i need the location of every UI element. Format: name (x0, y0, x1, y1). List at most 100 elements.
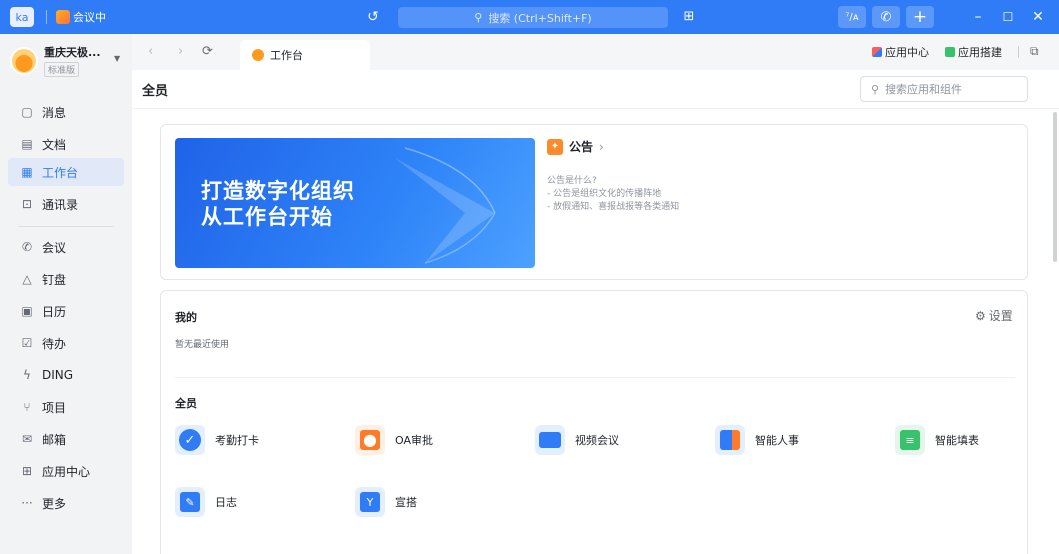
announcement-line: - 放假通知、喜报战报等各类通知 (547, 202, 680, 212)
app-center-icon (872, 47, 882, 57)
apps-card: 我的 ⚙ 设置 暂无最近使用 全员 ✓ 考勤打卡 ⬤ OA审批 视频会议 智能人… (160, 290, 1028, 554)
maximize-button[interactable]: ☐ (997, 7, 1019, 27)
stamp-icon: ⬤ (355, 425, 385, 455)
app-label: 日志 (215, 496, 237, 509)
main-content: ‹ › ⟳ 工作台 应用中心 应用搭建 ⧉ 全员 ⚲ 搜索应用和组件 打造数字化… (132, 34, 1059, 554)
app-label: 考勤打卡 (215, 434, 259, 447)
search-icon: ⚲ (474, 11, 483, 24)
settings-button[interactable]: ⚙ 设置 (975, 307, 1013, 324)
banner-line-2: 从工作台开始 (201, 205, 333, 229)
org-edition-badge: 标准版 (44, 62, 80, 77)
org-switcher[interactable]: 重庆天极... 标准版 (10, 44, 101, 77)
pop-out-icon[interactable]: ⧉ (1030, 44, 1039, 59)
project-icon: ⑂ (23, 400, 31, 414)
all-section-title: 全员 (175, 397, 197, 410)
settings-label: 设置 (988, 309, 1013, 323)
minimize-button[interactable]: – (967, 7, 989, 27)
sidebar-item-more[interactable]: ··· 更多 (8, 489, 124, 517)
app-label: 视频会议 (575, 434, 619, 447)
meeting-status[interactable]: 会议中 (56, 9, 106, 25)
more-icon: ··· (21, 496, 33, 510)
sidebar-item-ding[interactable]: ϟ DING (8, 361, 124, 389)
app-label: 宣搭 (395, 496, 417, 509)
announcement-card: 打造数字化组织 从工作台开始 ✦ 公告 › 公告是什么? - 公告是组织文化的传… (160, 124, 1028, 280)
chevron-right-icon: › (599, 139, 604, 154)
sidebar-item-mail[interactable]: ✉ 邮箱 (8, 425, 124, 453)
announcement-header[interactable]: ✦ 公告 › (547, 138, 604, 155)
app-oa-approval[interactable]: ⬤ OA审批 (355, 425, 433, 455)
history-icon[interactable]: ↺ (364, 8, 382, 26)
sidebar-item-calendar[interactable]: ▣ 日历 (8, 297, 124, 325)
sidebar-item-label: 项目 (42, 400, 67, 415)
section-divider (175, 377, 1015, 378)
app-smart-form[interactable]: ≡ 智能填表 (895, 425, 979, 455)
new-button[interactable]: + (906, 6, 934, 28)
hr-icon (715, 425, 745, 455)
app-smart-hr[interactable]: 智能人事 (715, 425, 799, 455)
mine-section-title: 我的 (175, 311, 197, 324)
app-yida[interactable]: Y 宣搭 (355, 487, 417, 517)
app-center-link[interactable]: 应用中心 (872, 44, 929, 60)
app-builder-icon (945, 47, 955, 57)
builder-icon: Y (355, 487, 385, 517)
app-video-meeting[interactable]: 视频会议 (535, 425, 619, 455)
sidebar-item-workbench[interactable]: ▦ 工作台 (8, 158, 124, 186)
sidebar-item-todo[interactable]: ☑ 待办 (8, 329, 124, 357)
pencil-note-icon: ✎ (175, 487, 205, 517)
app-search-input[interactable]: ⚲ 搜索应用和组件 (860, 76, 1028, 102)
sidebar-item-docs[interactable]: ▤ 文档 (8, 130, 124, 158)
global-search-placeholder: 搜索 (Ctrl+Shift+F) (488, 11, 592, 25)
app-label: 智能填表 (935, 434, 979, 447)
title-divider (46, 10, 47, 24)
megaphone-icon: ✦ (547, 138, 563, 155)
chat-icon: ▢ (21, 105, 33, 119)
ding-icon: ϟ (23, 368, 31, 382)
sidebar-item-projects[interactable]: ⑂ 项目 (8, 393, 124, 421)
promo-banner[interactable]: 打造数字化组织 从工作台开始 (175, 138, 535, 268)
back-icon[interactable]: ‹ (148, 44, 153, 59)
sidebar-item-label: 消息 (42, 105, 67, 120)
app-builder-link[interactable]: 应用搭建 (945, 44, 1002, 60)
sidebar-item-label: 邮箱 (42, 432, 67, 447)
tab-bar: ‹ › ⟳ 工作台 应用中心 应用搭建 ⧉ (132, 34, 1059, 70)
calendar-icon: ▣ (21, 304, 33, 318)
form-icon: ≡ (895, 425, 925, 455)
call-button[interactable]: ✆ (872, 6, 900, 28)
meeting-icon (56, 10, 70, 24)
sidebar-item-meeting[interactable]: ✆ 会议 (8, 233, 124, 261)
refresh-icon[interactable]: ⟳ (202, 44, 213, 59)
close-button[interactable]: ✕ (1027, 7, 1049, 27)
org-logo (10, 46, 38, 75)
sidebar-item-label: 更多 (42, 496, 67, 511)
caret-down-icon[interactable]: ▼ (114, 54, 120, 63)
tab-label: 工作台 (270, 49, 303, 62)
forward-icon[interactable]: › (178, 44, 183, 59)
user-avatar[interactable]: ka (10, 7, 34, 27)
contacts-icon: ⊡ (21, 197, 33, 211)
sidebar-item-contacts[interactable]: ⊡ 通讯录 (8, 190, 124, 218)
app-daily-log[interactable]: ✎ 日志 (175, 487, 237, 517)
sidebar-item-app-center[interactable]: ⊞ 应用中心 (8, 457, 124, 485)
sidebar-item-messages[interactable]: ▢ 消息 (8, 98, 124, 126)
sidebar-item-label: 工作台 (42, 165, 79, 180)
tab-workbench[interactable]: 工作台 (240, 40, 370, 70)
app-builder-label: 应用搭建 (958, 46, 1002, 59)
app-center-label: 应用中心 (885, 46, 929, 59)
ai-assistant-button[interactable]: ⁷/ᴀ (838, 6, 866, 28)
quick-apps-icon[interactable]: ⊞ (680, 8, 698, 26)
sliders-icon: ⚙ (975, 308, 986, 323)
sidebar-divider (18, 226, 114, 227)
cloud-icon: △ (22, 272, 32, 286)
org-name: 重庆天极... (44, 46, 101, 59)
scrollbar[interactable] (1053, 112, 1057, 262)
apps-icon: ⊞ (21, 464, 33, 478)
announcement-line: 公告是什么? (547, 176, 597, 186)
app-attendance[interactable]: ✓ 考勤打卡 (175, 425, 259, 455)
workbench-tab-icon (252, 49, 264, 61)
tab-divider (1018, 46, 1019, 58)
sidebar-item-label: 文档 (42, 137, 67, 152)
banner-headline: 打造数字化组织 从工作台开始 (201, 178, 355, 230)
app-label: 智能人事 (755, 434, 799, 447)
global-search[interactable]: ⚲ 搜索 (Ctrl+Shift+F) (398, 7, 668, 28)
sidebar-item-drive[interactable]: △ 钉盘 (8, 265, 124, 293)
